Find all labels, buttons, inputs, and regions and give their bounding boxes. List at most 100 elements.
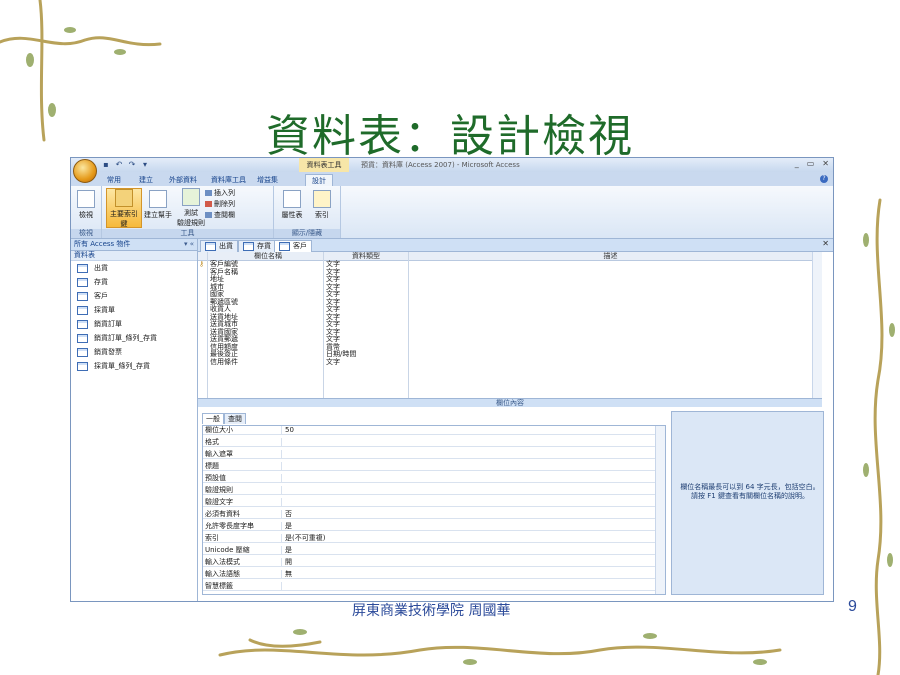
field-name-cell[interactable]: 國家 [210, 291, 224, 298]
doc-tab-shipping[interactable]: 出貨 [200, 240, 238, 252]
nav-item-shipping[interactable]: 出貨 [71, 261, 197, 275]
office-button[interactable] [73, 159, 97, 183]
test-validation-button[interactable]: 測試 驗證規則 [175, 188, 207, 228]
close-document-icon[interactable]: ✕ [822, 239, 829, 248]
table-row[interactable]: 信用額度 貨幣 [198, 343, 822, 351]
property-row[interactable]: 必須有資料 否 [203, 510, 655, 519]
tab-external-data[interactable]: 外部資料 [169, 174, 197, 186]
doc-tab-inventory[interactable]: 存貨 [238, 240, 276, 252]
table-row[interactable]: ⚷ 客戶編號 文字 [198, 261, 822, 268]
field-name-cell[interactable]: 客戶編號 [210, 261, 238, 268]
delete-rows-button[interactable]: 刪除列 [205, 199, 235, 209]
nav-item-invoices[interactable]: 銷貨發票 [71, 345, 197, 359]
property-row[interactable]: 預設值 [203, 474, 655, 483]
property-value[interactable]: 開 [285, 558, 292, 566]
data-type-cell[interactable]: 文字 [326, 276, 340, 283]
property-row[interactable]: 智慧標籤 [203, 582, 655, 591]
data-type-cell[interactable]: 文字 [326, 336, 340, 343]
table-row[interactable]: 國家 文字 [198, 291, 822, 298]
field-name-cell[interactable]: 信用條件 [210, 358, 238, 366]
indexes-button[interactable]: 索引 [308, 190, 336, 220]
chevron-down-icon[interactable]: ▾ « [184, 239, 194, 250]
property-value[interactable]: 是 [285, 546, 292, 554]
redo-icon[interactable]: ↷ [127, 160, 137, 169]
property-name: 索引 [205, 534, 219, 542]
table-row[interactable]: 郵遞區號 文字 [198, 298, 822, 306]
table-row[interactable]: 送貨國家 文字 [198, 328, 822, 336]
close-button[interactable]: ✕ [822, 159, 829, 168]
navigation-pane: 所有 Access 物件 ▾ « 資料表 出貨 存貨 客戶 採貨單 銷貨訂單 銷… [71, 239, 198, 601]
data-type-cell[interactable]: 文字 [326, 261, 340, 268]
properties-scrollbar[interactable] [655, 426, 665, 594]
data-type-cell[interactable]: 文字 [326, 358, 340, 366]
table-row[interactable]: 送貨郵遞 文字 [198, 336, 822, 343]
property-row[interactable]: 驗證規則 [203, 486, 655, 495]
table-row[interactable]: 信用條件 文字 [198, 358, 822, 366]
property-name: 允許零長度字串 [205, 522, 254, 530]
nav-item-purchase-orders[interactable]: 採貨單 [71, 303, 197, 317]
nav-item-sales-order-lines[interactable]: 銷貨訂單_條列_存貨 [71, 331, 197, 345]
insert-rows-button[interactable]: 插入列 [205, 188, 235, 198]
undo-icon[interactable]: ↶ [114, 160, 124, 169]
table-row[interactable]: 送貨城市 文字 [198, 321, 822, 328]
minimize-button[interactable]: _ [795, 159, 799, 168]
help-icon[interactable]: ? [820, 175, 828, 183]
tab-general[interactable]: 一般 [202, 413, 224, 424]
field-name-cell[interactable]: 送貨郵遞 [210, 336, 238, 343]
property-value[interactable]: 是(不可重複) [285, 534, 325, 542]
nav-item-inventory[interactable]: 存貨 [71, 275, 197, 289]
lookup-column-button[interactable]: 查閱欄 [205, 210, 235, 220]
tab-lookup[interactable]: 查閱 [224, 413, 246, 424]
view-button[interactable]: 檢視 [75, 190, 97, 220]
property-row[interactable]: 輸入法語態 無 [203, 570, 655, 579]
property-row[interactable]: 驗證文字 [203, 498, 655, 507]
table-row[interactable]: 地址 文字 [198, 276, 822, 283]
primary-key-button[interactable]: 主要索引鍵 [106, 188, 142, 228]
tab-database-tools[interactable]: 資料庫工具 [211, 174, 246, 186]
data-type-cell[interactable]: 文字 [326, 291, 340, 298]
tab-create[interactable]: 建立 [139, 174, 153, 186]
ribbon: 檢視 檢視 主要索引鍵 建立幫手 測試 驗證規則 插入列 刪除列 查閱欄 工具 [71, 186, 833, 239]
property-value[interactable]: 是 [285, 522, 292, 530]
builder-button[interactable]: 建立幫手 [142, 190, 174, 220]
customize-qat-icon[interactable]: ▾ [140, 160, 150, 169]
property-row[interactable]: 輸入法模式 開 [203, 558, 655, 567]
field-name-cell[interactable]: 收貨人 [210, 306, 231, 313]
insert-rows-icon [205, 190, 212, 196]
insert-rows-label: 插入列 [214, 189, 235, 197]
views-group-label: 檢視 [71, 229, 101, 238]
property-row[interactable]: 欄位大小 50 [203, 426, 655, 435]
field-name-cell[interactable]: 送貨城市 [210, 321, 238, 328]
table-row[interactable]: 最後簽正 日期/時間 [198, 351, 822, 358]
save-icon[interactable]: ▪ [101, 160, 111, 169]
tab-add-ins[interactable]: 增益集 [257, 174, 278, 186]
property-row[interactable]: 索引 是(不可重複) [203, 534, 655, 543]
nav-group-tables[interactable]: 資料表 [71, 251, 197, 261]
property-row[interactable]: 標題 [203, 462, 655, 471]
field-name-cell[interactable]: 地址 [210, 276, 224, 283]
property-value[interactable]: 否 [285, 510, 292, 518]
doc-tab-customers[interactable]: 客戶 [274, 240, 312, 252]
data-type-cell[interactable]: 文字 [326, 321, 340, 328]
nav-item-sales-orders[interactable]: 銷貨訂單 [71, 317, 197, 331]
tab-home[interactable]: 常用 [107, 174, 121, 186]
nav-item-purchase-order-lines[interactable]: 採貨單_條列_存貨 [71, 359, 197, 373]
table-row[interactable]: 客戶名稱 文字 [198, 268, 822, 276]
restore-button[interactable]: ▭ [807, 159, 815, 168]
table-row[interactable]: 城市 文字 [198, 283, 822, 291]
property-value[interactable]: 50 [285, 426, 294, 434]
field-name-cell[interactable]: 最後簽正 [210, 351, 238, 358]
property-sheet-button[interactable]: 屬性表 [278, 190, 306, 220]
nav-pane-header[interactable]: 所有 Access 物件 ▾ « [71, 239, 197, 251]
property-value[interactable]: 無 [285, 570, 292, 578]
data-type-cell[interactable]: 日期/時間 [326, 351, 356, 358]
table-row[interactable]: 收貨人 文字 [198, 306, 822, 313]
property-row[interactable]: 格式 [203, 438, 655, 447]
property-row[interactable]: 允許零長度字串 是 [203, 522, 655, 531]
grid-scrollbar[interactable] [812, 252, 822, 398]
property-row[interactable]: 輸入遮罩 [203, 450, 655, 459]
data-type-cell[interactable]: 文字 [326, 306, 340, 313]
nav-item-customers[interactable]: 客戶 [71, 289, 197, 303]
property-row[interactable]: Unicode 壓縮 是 [203, 546, 655, 555]
table-row[interactable]: 送貨地址 文字 [198, 313, 822, 321]
